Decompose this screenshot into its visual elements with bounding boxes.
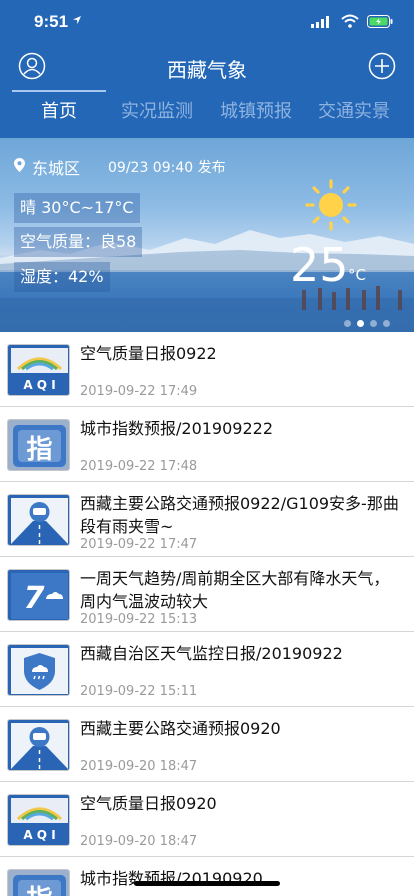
- battery-icon: [367, 15, 393, 28]
- svg-text:7: 7: [24, 581, 45, 616]
- news-title: 西藏自治区天气监控日报/20190922: [80, 644, 343, 663]
- news-title: 西藏主要公路交通预报0922/G109安多-那曲段有雨夹雪~: [80, 494, 399, 536]
- news-item[interactable]: 西藏主要公路交通预报0922/G109安多-那曲段有雨夹雪~ 2019-09-2…: [0, 482, 414, 557]
- news-item[interactable]: A Q I 空气质量日报0922 2019-09-22 17:49: [0, 332, 414, 407]
- carousel-dot[interactable]: [344, 320, 351, 327]
- tab-town-forecast[interactable]: 城镇预报: [208, 90, 304, 134]
- carousel-dot[interactable]: [383, 320, 390, 327]
- traffic-icon: [7, 494, 70, 546]
- news-item[interactable]: A Q I 空气质量日报0920 2019-09-20 18:47: [0, 782, 414, 857]
- current-temperature: 25: [290, 238, 349, 292]
- wifi-icon: [341, 14, 359, 28]
- aqi-icon: A Q I: [7, 344, 70, 396]
- location-arrow-icon: [73, 16, 81, 24]
- page-title: 西藏气象: [167, 58, 247, 82]
- news-title: 西藏主要公路交通预报0920: [80, 719, 281, 738]
- temperature-unit: °C: [348, 266, 366, 284]
- news-title: 城市指数预报/20190920: [80, 869, 263, 888]
- news-item[interactable]: 指 城市指数预报/20190920: [0, 857, 414, 896]
- news-date: 2019-09-22 15:13: [80, 612, 198, 627]
- index-icon: 指: [7, 869, 70, 896]
- app-header: 9:51 西藏气象 首页 实况监测 城镇预报 交通实景: [0, 0, 414, 138]
- news-title: 空气质量日报0922: [80, 344, 217, 363]
- news-item[interactable]: 西藏自治区天气监控日报/20190922 2019-09-22 15:11: [0, 632, 414, 707]
- cellular-signal-icon: [311, 16, 329, 28]
- tab-traffic-live[interactable]: 交通实景: [306, 90, 402, 134]
- news-list: A Q I 空气质量日报0922 2019-09-22 17:49 指 城市指数…: [0, 332, 414, 896]
- news-item[interactable]: 指 城市指数预报/201909222 2019-09-22 17:48: [0, 407, 414, 482]
- status-time: 9:51: [34, 12, 69, 31]
- news-date: 2019-09-22 17:48: [80, 459, 198, 474]
- plus-circle-icon[interactable]: [368, 52, 396, 80]
- aqi-icon: A Q I: [7, 794, 70, 846]
- tab-bar: 首页 实况监测 城镇预报 交通实景: [0, 90, 414, 138]
- carousel-dot[interactable]: [370, 320, 377, 327]
- location-pin-icon: [14, 158, 25, 172]
- weather-condition: 晴 30°C~17°C: [14, 193, 140, 223]
- news-date: 2019-09-20 18:47: [80, 759, 198, 774]
- svg-text:指: 指: [26, 885, 52, 896]
- air-quality: 空气质量：良58: [14, 227, 143, 257]
- news-date: 2019-09-20 18:47: [80, 834, 198, 849]
- tab-live-monitoring[interactable]: 实况监测: [109, 90, 205, 134]
- news-item[interactable]: 7 一周天气趋势/周前期全区大部有降水天气，周内气温波动较大 2019-09-2…: [0, 557, 414, 632]
- traffic-icon: [7, 719, 70, 771]
- index-icon: 指: [7, 419, 70, 471]
- svg-text:A Q I: A Q I: [23, 828, 55, 842]
- weather-banner[interactable]: 东城区 09/23 09:40 发布 晴 30°C~17°C 空气质量：良58 …: [0, 138, 414, 332]
- news-date: 2019-09-22 15:11: [80, 684, 198, 699]
- news-title: 空气质量日报0920: [80, 794, 217, 813]
- home-indicator[interactable]: [134, 881, 280, 886]
- news-date: 2019-09-22 17:49: [80, 384, 198, 399]
- svg-text:指: 指: [26, 435, 52, 465]
- news-date: 2019-09-22 17:47: [80, 537, 198, 552]
- publish-time: 09/23 09:40 发布: [108, 160, 226, 176]
- status-bar: 9:51: [0, 0, 414, 44]
- district-label[interactable]: 东城区: [32, 155, 80, 179]
- news-item[interactable]: 西藏主要公路交通预报0920 2019-09-20 18:47: [0, 707, 414, 782]
- news-title: 城市指数预报/201909222: [80, 419, 274, 438]
- week-icon: 7: [7, 569, 70, 621]
- svg-text:A Q I: A Q I: [23, 378, 55, 392]
- carousel-dot-active[interactable]: [357, 320, 364, 327]
- navigation-bar: 西藏气象: [0, 44, 414, 90]
- tab-home[interactable]: 首页: [11, 90, 107, 134]
- sun-icon: [305, 179, 357, 231]
- humidity: 湿度：42%: [14, 262, 110, 292]
- news-title: 一周天气趋势/周前期全区大部有降水天气，周内气温波动较大: [80, 569, 390, 611]
- monitor-icon: [7, 644, 70, 696]
